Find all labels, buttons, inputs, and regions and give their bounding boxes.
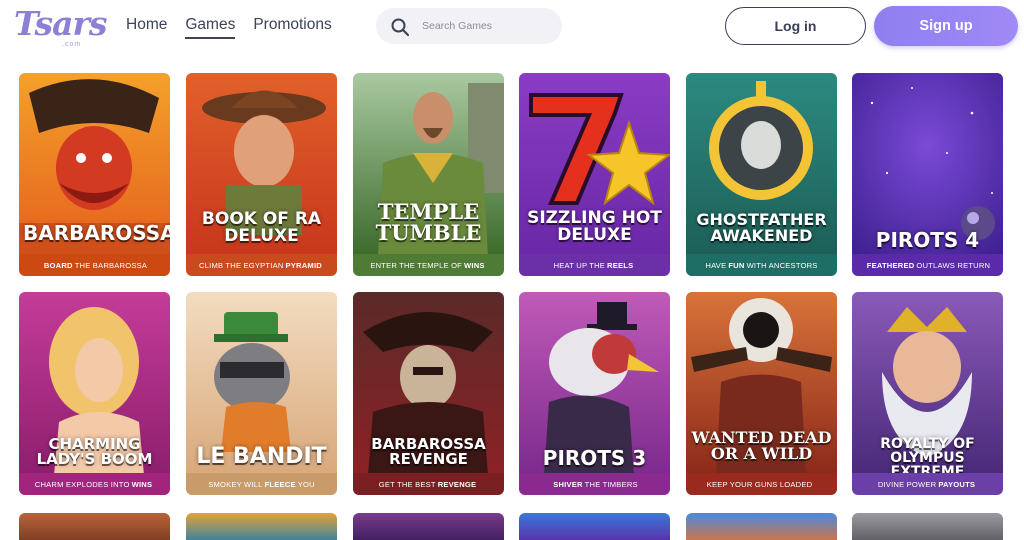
logo-text: Tsars <box>14 4 107 43</box>
site-logo[interactable]: Tsars .com <box>14 4 107 50</box>
game-card-peek[interactable] <box>186 513 337 540</box>
game-caption: GET THE BEST REVENGE <box>353 473 504 495</box>
game-card-peek[interactable] <box>19 513 170 540</box>
game-caption: FEATHERED OUTLAWS RETURN <box>852 254 1003 276</box>
nav-games[interactable]: Games <box>185 16 236 39</box>
game-caption: HAVE FUN WITH ANCESTORS <box>686 254 837 276</box>
game-card-charming-ladys-boom[interactable]: CHARMING LADY'S BOOM CHARM EXPLODES INTO… <box>19 292 170 495</box>
game-card-peek[interactable] <box>519 513 670 540</box>
main-nav: Home Games Promotions <box>126 16 350 39</box>
game-title: LE BANDIT <box>196 444 327 469</box>
game-card-royalty-of-olympus-extreme[interactable]: ROYALTY OF OLYMPUS EXTREME DIVINE POWER P… <box>852 292 1003 495</box>
game-card-ghostfather-awakened[interactable]: GHOSTFATHER AWAKENED HAVE FUN WITH ANCESTO… <box>686 73 837 276</box>
game-caption: CLIMB THE EGYPTIAN PYRAMID <box>186 254 337 276</box>
game-caption: CHARM EXPLODES INTO WINS <box>19 473 170 495</box>
game-caption: SHIVER THE TIMBERS <box>519 473 670 495</box>
game-card-le-bandit[interactable]: LE BANDIT SMOKEY WILL FLEECE YOU <box>186 292 337 495</box>
game-card-barbarossa[interactable]: BARBAROSSA BOARD THE BARBAROSSA <box>19 73 170 276</box>
game-card-peek[interactable] <box>686 513 837 540</box>
nav-home[interactable]: Home <box>126 16 167 39</box>
game-card-peek[interactable] <box>852 513 1003 540</box>
search-icon[interactable] <box>390 17 410 37</box>
game-caption: ENTER THE TEMPLE OF WINS <box>353 254 504 276</box>
search-box[interactable] <box>376 8 562 44</box>
game-title: WANTED DEAD OR A WILD <box>691 428 832 463</box>
game-card-pirots-3[interactable]: PIROTS 3 SHIVER THE TIMBERS <box>519 292 670 495</box>
game-card-barbarossa-revenge[interactable]: BARBAROSSA REVENGE GET THE BEST REVENGE <box>353 292 504 495</box>
game-title: TEMPLE TUMBLE <box>375 199 482 245</box>
game-caption: KEEP YOUR GUNS LOADED <box>686 473 837 495</box>
logo-domain: .com <box>62 41 82 48</box>
game-title: PIROTS 4 <box>875 228 980 252</box>
game-card-pirots-4[interactable]: PIROTS 4 FEATHERED OUTLAWS RETURN <box>852 73 1003 276</box>
game-title: BOOK OF RA DELUXE <box>201 209 322 246</box>
game-caption: SMOKEY WILL FLEECE YOU <box>186 473 337 495</box>
game-card-book-of-ra-deluxe[interactable]: BOOK OF RA DELUXE CLIMB THE EGYPTIAN PYRA… <box>186 73 337 276</box>
game-title: SIZZLING HOT DELUXE <box>527 208 662 245</box>
login-button[interactable]: Log in <box>725 7 866 45</box>
game-title: BARBAROSSA REVENGE <box>371 435 486 468</box>
signup-button[interactable]: Sign up <box>874 6 1018 46</box>
game-title: PIROTS 3 <box>542 446 647 470</box>
top-header: Tsars .com Home Games Promotions Log in … <box>0 0 1024 60</box>
game-card-peek[interactable] <box>353 513 504 540</box>
game-caption: DIVINE POWER PAYOUTS <box>852 473 1003 495</box>
game-title: GHOSTFATHER AWAKENED <box>696 210 827 245</box>
game-card-sizzling-hot-deluxe[interactable]: SIZZLING HOT DELUXE HEAT UP THE REELS <box>519 73 670 276</box>
game-card-wanted-dead-or-a-wild[interactable]: WANTED DEAD OR A WILD KEEP YOUR GUNS LOA… <box>686 292 837 495</box>
nav-promotions[interactable]: Promotions <box>253 16 331 39</box>
game-title: CHARMING LADY'S BOOM <box>36 435 153 468</box>
game-caption: HEAT UP THE REELS <box>519 254 670 276</box>
game-caption: BOARD THE BARBAROSSA <box>19 254 170 276</box>
game-card-temple-tumble[interactable]: TEMPLE TUMBLE ENTER THE TEMPLE OF WINS <box>353 73 504 276</box>
search-input[interactable] <box>422 16 552 36</box>
game-title: BARBAROSSA <box>23 221 170 245</box>
